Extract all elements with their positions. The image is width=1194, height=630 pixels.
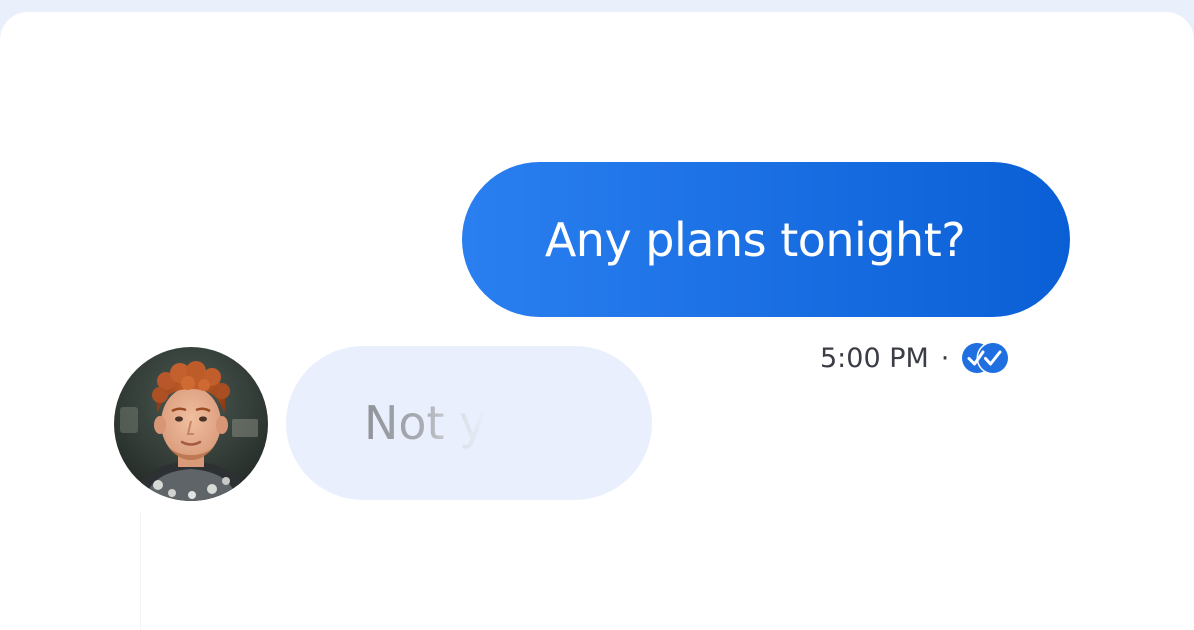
outgoing-message-text: Any plans tonight? [544,212,966,267]
contact-avatar[interactable] [114,347,268,501]
incoming-message-text: Not y [364,396,487,450]
message-meta: 5:00 PM · [820,338,1011,378]
meta-separator: · [940,342,950,374]
double-check-read-icon [962,341,1010,375]
avatar-photo-icon [114,347,268,501]
divider-line [140,512,141,630]
message-time: 5:00 PM [820,342,929,374]
outgoing-message-bubble[interactable]: Any plans tonight? [462,162,1070,317]
chat-canvas: Any plans tonight? 5:00 PM · Not y [0,12,1194,630]
incoming-message-bubble[interactable]: Not y [286,346,652,500]
